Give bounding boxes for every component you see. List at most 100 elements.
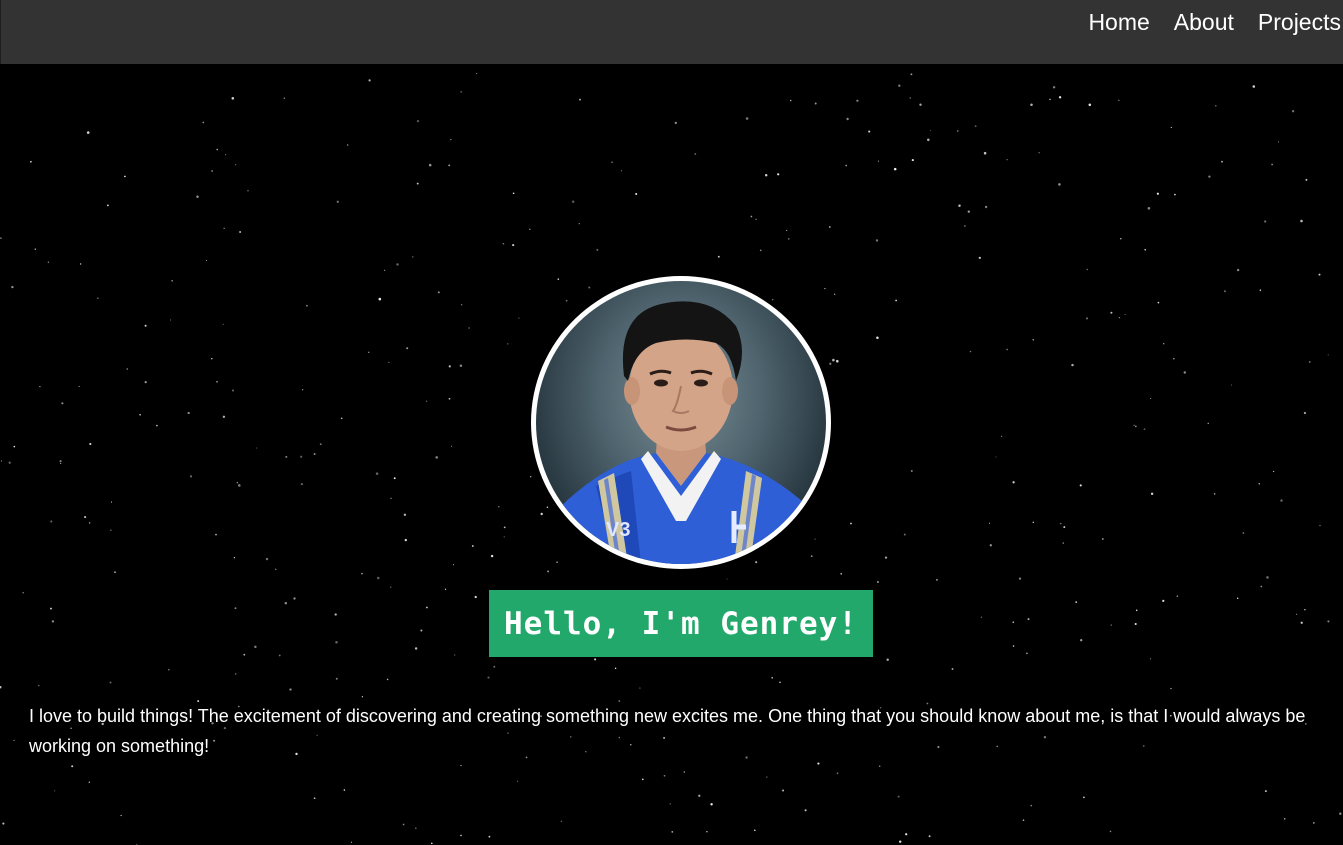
star <box>114 571 116 574</box>
star <box>390 586 392 588</box>
star <box>571 200 575 203</box>
star <box>911 159 914 162</box>
star <box>144 380 147 384</box>
star <box>817 762 820 765</box>
star <box>988 522 991 524</box>
nav-link-projects[interactable]: Projects <box>1258 8 1341 36</box>
star <box>1252 85 1256 88</box>
star <box>753 829 756 832</box>
star <box>1303 411 1306 415</box>
star <box>239 231 241 233</box>
star <box>126 368 128 370</box>
star <box>683 771 685 773</box>
star <box>594 658 597 661</box>
star <box>936 579 938 581</box>
star <box>386 678 389 681</box>
star <box>238 484 241 487</box>
star <box>350 841 353 843</box>
greeting-banner: Hello, I'm Genrey! <box>489 590 873 657</box>
star <box>782 789 785 792</box>
star <box>845 164 848 167</box>
star <box>1101 538 1104 540</box>
star <box>1318 273 1321 276</box>
star <box>0 460 2 462</box>
star <box>1150 397 1152 400</box>
star <box>283 97 285 99</box>
star <box>313 452 316 456</box>
star <box>764 173 768 177</box>
star <box>698 794 701 797</box>
star <box>829 362 832 365</box>
star <box>1283 818 1286 820</box>
star <box>47 261 50 263</box>
star <box>828 226 831 228</box>
star <box>459 364 463 368</box>
star <box>1030 103 1033 106</box>
star <box>578 223 580 225</box>
star <box>929 130 931 132</box>
star <box>1272 470 1275 473</box>
star <box>995 456 997 458</box>
star <box>50 607 52 610</box>
star <box>958 204 961 207</box>
star <box>710 803 713 806</box>
star <box>1163 343 1165 345</box>
star <box>384 269 386 271</box>
star <box>1030 804 1033 807</box>
star <box>89 442 92 446</box>
star <box>431 842 433 845</box>
star <box>1071 363 1074 367</box>
star <box>919 103 922 106</box>
star <box>1124 314 1126 316</box>
nav-link-home[interactable]: Home <box>1088 8 1149 36</box>
star <box>502 242 505 245</box>
star <box>1012 645 1015 647</box>
star <box>771 299 774 301</box>
star <box>1001 435 1003 437</box>
star <box>1018 577 1022 580</box>
star <box>236 482 238 484</box>
star <box>1242 532 1245 534</box>
star <box>1259 289 1262 291</box>
star <box>694 153 697 155</box>
star <box>635 193 638 195</box>
navbar: Home About Projects <box>0 0 1343 64</box>
nav-link-about[interactable]: About <box>1174 8 1234 36</box>
star <box>487 676 490 679</box>
star <box>1079 484 1082 487</box>
star <box>335 677 338 680</box>
star <box>967 210 970 213</box>
star <box>814 102 817 105</box>
star <box>983 151 987 155</box>
star <box>1173 358 1175 360</box>
star <box>1022 819 1025 821</box>
star <box>336 200 339 203</box>
star <box>368 351 370 353</box>
star <box>897 795 900 798</box>
star <box>450 139 452 141</box>
star <box>1176 595 1178 597</box>
star <box>414 647 418 650</box>
star <box>196 195 199 199</box>
star <box>368 79 371 82</box>
star <box>171 280 173 282</box>
star <box>468 327 470 329</box>
star <box>50 520 53 523</box>
star <box>460 834 462 837</box>
star <box>706 830 708 833</box>
star <box>84 516 87 519</box>
star <box>231 389 235 392</box>
star <box>546 506 549 509</box>
star <box>490 554 494 558</box>
star <box>1032 521 1035 524</box>
star <box>460 91 462 93</box>
star <box>1080 639 1083 642</box>
star <box>86 131 90 134</box>
star <box>810 555 813 558</box>
star <box>1062 542 1064 544</box>
star <box>1214 104 1217 107</box>
star <box>30 160 32 163</box>
star <box>1147 207 1151 210</box>
star <box>905 833 908 836</box>
star <box>1162 599 1165 602</box>
